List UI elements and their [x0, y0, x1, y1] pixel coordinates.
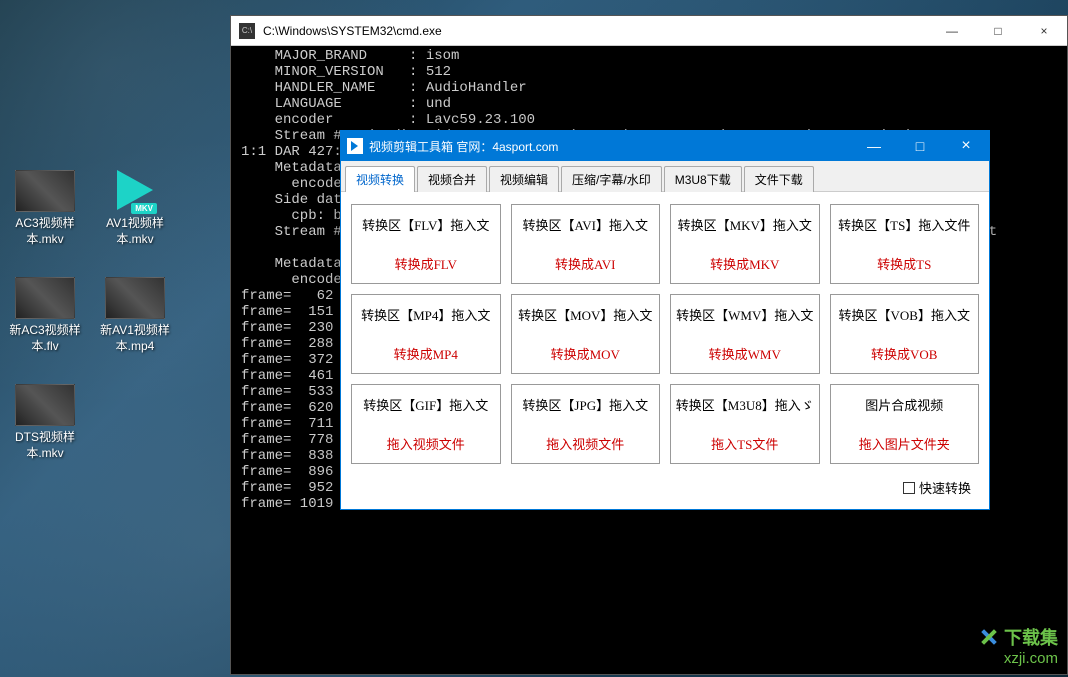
box-hint: 转换成WMV [709, 344, 781, 363]
minimize-button[interactable]: — [851, 131, 897, 161]
minimize-button[interactable]: — [929, 16, 975, 45]
tab-compress[interactable]: 压缩/字幕/水印 [561, 166, 662, 192]
video-thumb-icon [15, 170, 75, 212]
box-label: 转换区【AVI】拖入文 [523, 215, 648, 234]
format-badge: MKV [131, 203, 157, 214]
box-hint: 转换成MOV [551, 344, 620, 363]
close-button[interactable]: × [1021, 16, 1067, 45]
video-thumb-icon [15, 384, 75, 426]
drop-image-compose[interactable]: 图片合成视频拖入图片文件夹 [830, 384, 980, 464]
box-hint: 转换成AVI [555, 254, 615, 273]
shortcut-new-av1-mp4[interactable]: 新AV1视频样本.mp4 [90, 277, 180, 354]
watermark: 下载集 xzji.com [978, 624, 1058, 667]
box-hint: 拖入视频文件 [546, 434, 624, 453]
video-thumb-icon [105, 277, 165, 319]
drop-mov[interactable]: 转换区【MOV】拖入文转换成MOV [511, 294, 661, 374]
video-toolbox-window: 视频剪辑工具箱 官网：4asport.com — □ × 视频转换 视频合并 视… [340, 130, 990, 510]
tab-download[interactable]: 文件下载 [744, 166, 814, 192]
box-label: 转换区【MKV】拖入文 [678, 215, 812, 234]
box-hint: 转换成FLV [395, 254, 457, 273]
app-title-text: 视频剪辑工具箱 官网：4asport.com [369, 138, 851, 155]
box-label: 转换区【MOV】拖入文 [518, 305, 652, 324]
icon-label: 新AC3视频样本.flv [0, 323, 90, 354]
box-hint: 拖入图片文件夹 [859, 434, 950, 453]
box-label: 转换区【MP4】拖入文 [361, 305, 490, 324]
tab-video-edit[interactable]: 视频编辑 [489, 166, 559, 192]
box-label: 转换区【TS】拖入文件 [838, 215, 970, 234]
drop-mkv[interactable]: 转换区【MKV】拖入文转换成MKV [670, 204, 820, 284]
watermark-url: xzji.com [978, 650, 1058, 667]
app-titlebar[interactable]: 视频剪辑工具箱 官网：4asport.com — □ × [341, 131, 989, 161]
icon-label: AC3视频样本.mkv [0, 216, 90, 247]
shortcut-ac3-mkv[interactable]: AC3视频样本.mkv [0, 170, 90, 247]
box-label: 图片合成视频 [865, 395, 943, 414]
box-label: 转换区【FLV】拖入文 [362, 215, 489, 234]
tabbar: 视频转换 视频合并 视频编辑 压缩/字幕/水印 M3U8下载 文件下载 [341, 161, 989, 192]
fast-convert-checkbox[interactable] [903, 482, 915, 494]
drop-mp4[interactable]: 转换区【MP4】拖入文转换成MP4 [351, 294, 501, 374]
maximize-button[interactable]: □ [897, 131, 943, 161]
drop-gif[interactable]: 转换区【GIF】拖入文拖入视频文件 [351, 384, 501, 464]
cmd-icon: C:\ [239, 23, 255, 39]
tab-video-convert[interactable]: 视频转换 [345, 166, 415, 192]
video-thumb-icon [15, 277, 75, 319]
box-hint: 转换成MP4 [394, 344, 458, 363]
maximize-button[interactable]: □ [975, 16, 1021, 45]
tab-video-merge[interactable]: 视频合并 [417, 166, 487, 192]
fast-convert-row: 快速转换 [351, 474, 979, 501]
box-label: 转换区【M3U8】拖入ゞ [676, 395, 814, 414]
play-icon: MKV [105, 170, 165, 212]
watermark-name: 下载集 [1004, 624, 1058, 650]
cmd-titlebar[interactable]: C:\ C:\Windows\SYSTEM32\cmd.exe — □ × [231, 16, 1067, 46]
box-hint: 转换成VOB [871, 344, 937, 363]
icon-label: 新AV1视频样本.mp4 [90, 323, 180, 354]
box-label: 转换区【VOB】拖入文 [839, 305, 970, 324]
fast-convert-label: 快速转换 [919, 478, 971, 497]
drop-wmv[interactable]: 转换区【WMV】拖入文转换成WMV [670, 294, 820, 374]
drop-jpg[interactable]: 转换区【JPG】拖入文拖入视频文件 [511, 384, 661, 464]
box-label: 转换区【WMV】拖入文 [676, 305, 813, 324]
icon-label: AV1视频样本.mkv [90, 216, 180, 247]
box-label: 转换区【GIF】拖入文 [363, 395, 488, 414]
desktop-icons: AC3视频样本.mkv MKV AV1视频样本.mkv 新AC3视频样本.flv… [0, 170, 200, 492]
tab-m3u8[interactable]: M3U8下载 [664, 166, 742, 192]
close-button[interactable]: × [943, 131, 989, 161]
box-hint: 拖入视频文件 [387, 434, 465, 453]
shortcut-av1-mkv[interactable]: MKV AV1视频样本.mkv [90, 170, 180, 247]
box-hint: 转换成TS [877, 254, 931, 273]
drop-vob[interactable]: 转换区【VOB】拖入文转换成VOB [830, 294, 980, 374]
cmd-title-text: C:\Windows\SYSTEM32\cmd.exe [263, 24, 929, 38]
icon-label: DTS视频样本.mkv [0, 430, 90, 461]
box-hint: 转换成MKV [710, 254, 779, 273]
box-hint: 拖入TS文件 [711, 434, 778, 453]
drop-ts[interactable]: 转换区【TS】拖入文件转换成TS [830, 204, 980, 284]
shortcut-new-ac3-flv[interactable]: 新AC3视频样本.flv [0, 277, 90, 354]
watermark-logo-icon [978, 626, 1000, 648]
app-icon [347, 138, 363, 154]
convert-panel: 转换区【FLV】拖入文转换成FLV 转换区【AVI】拖入文转换成AVI 转换区【… [341, 192, 989, 509]
drop-flv[interactable]: 转换区【FLV】拖入文转换成FLV [351, 204, 501, 284]
drop-avi[interactable]: 转换区【AVI】拖入文转换成AVI [511, 204, 661, 284]
drop-m3u8[interactable]: 转换区【M3U8】拖入ゞ拖入TS文件 [670, 384, 820, 464]
box-label: 转换区【JPG】拖入文 [522, 395, 648, 414]
shortcut-dts-mkv[interactable]: DTS视频样本.mkv [0, 384, 90, 461]
